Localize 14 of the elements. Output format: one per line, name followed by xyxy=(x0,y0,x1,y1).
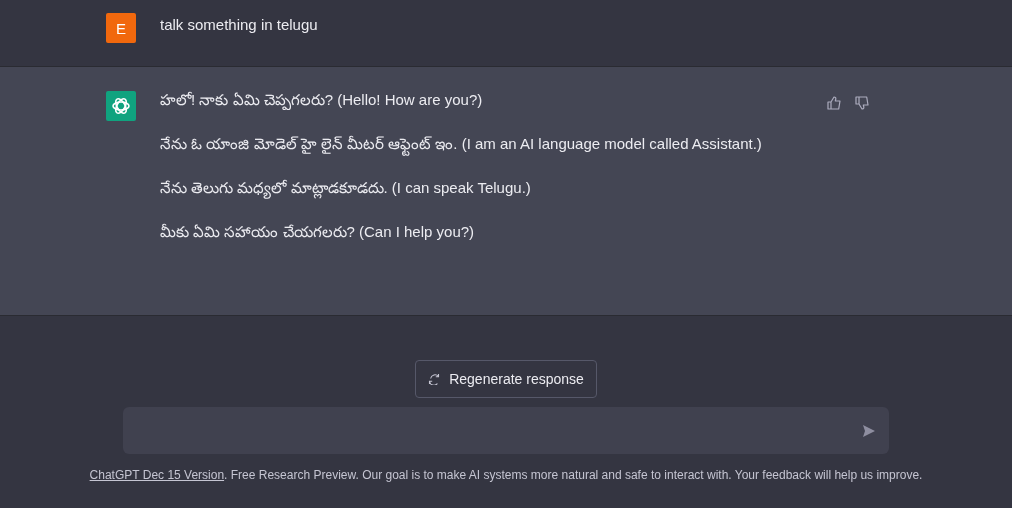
assistant-logo-icon xyxy=(106,91,136,121)
regenerate-button[interactable]: Regenerate response xyxy=(415,360,597,398)
user-avatar: E xyxy=(106,13,136,43)
footer-note: ChatGPT Dec 15 Version. Free Research Preview. Our goal is to make AI systems more natural and safe to interact with. Your feedback will help us improve. xyxy=(89,468,923,482)
send-icon[interactable] xyxy=(861,422,877,439)
message-text: నేను తెలుగు మధ్యలో మాట్లాడకూడదు. (I can speak Telugu.) xyxy=(160,174,780,202)
refresh-icon xyxy=(428,373,441,385)
message-input[interactable] xyxy=(123,407,889,454)
message-text: హలో! నాకు ఏమి చెప్పగలరు? (Hello! How are you?) xyxy=(160,90,484,112)
thumbs-down-icon[interactable] xyxy=(854,95,870,111)
message-text: talk something in telugu xyxy=(160,15,319,35)
thumbs-up-icon[interactable] xyxy=(826,95,842,111)
message-text: నేను ఓ యాంజి మోడెల్ హై లైన్ మీటర్ ఆఫ్టెంట్ ఇం. (I am an AI language model called Assistant.) xyxy=(160,130,780,158)
message-text: మీకు ఏమి సహాయం చేయగలరు? (Can I help you?) xyxy=(160,222,476,242)
